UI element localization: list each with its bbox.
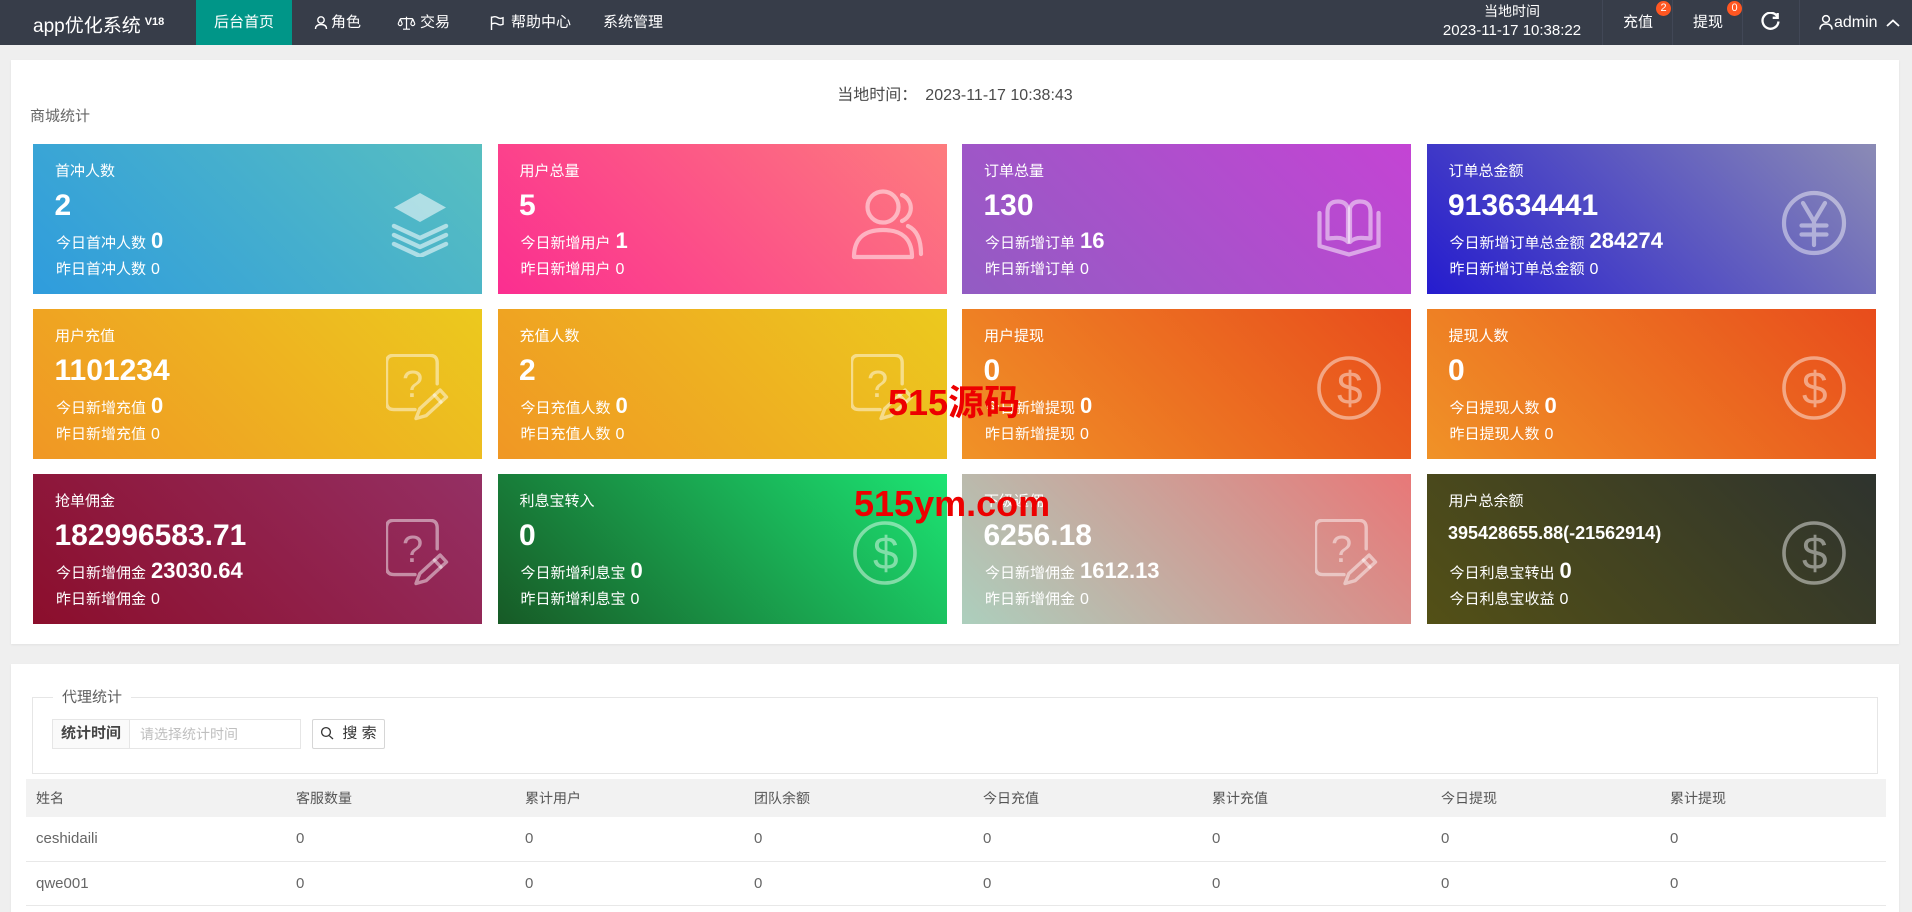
svg-text:?: ?: [402, 364, 423, 406]
svg-text:?: ?: [402, 529, 423, 571]
svg-text:$: $: [1337, 362, 1363, 414]
svg-text:?: ?: [1331, 529, 1352, 571]
svg-text:$: $: [1802, 362, 1828, 414]
svg-text:$: $: [873, 527, 899, 579]
svg-text:?: ?: [867, 364, 888, 406]
svg-text:$: $: [1802, 527, 1828, 579]
